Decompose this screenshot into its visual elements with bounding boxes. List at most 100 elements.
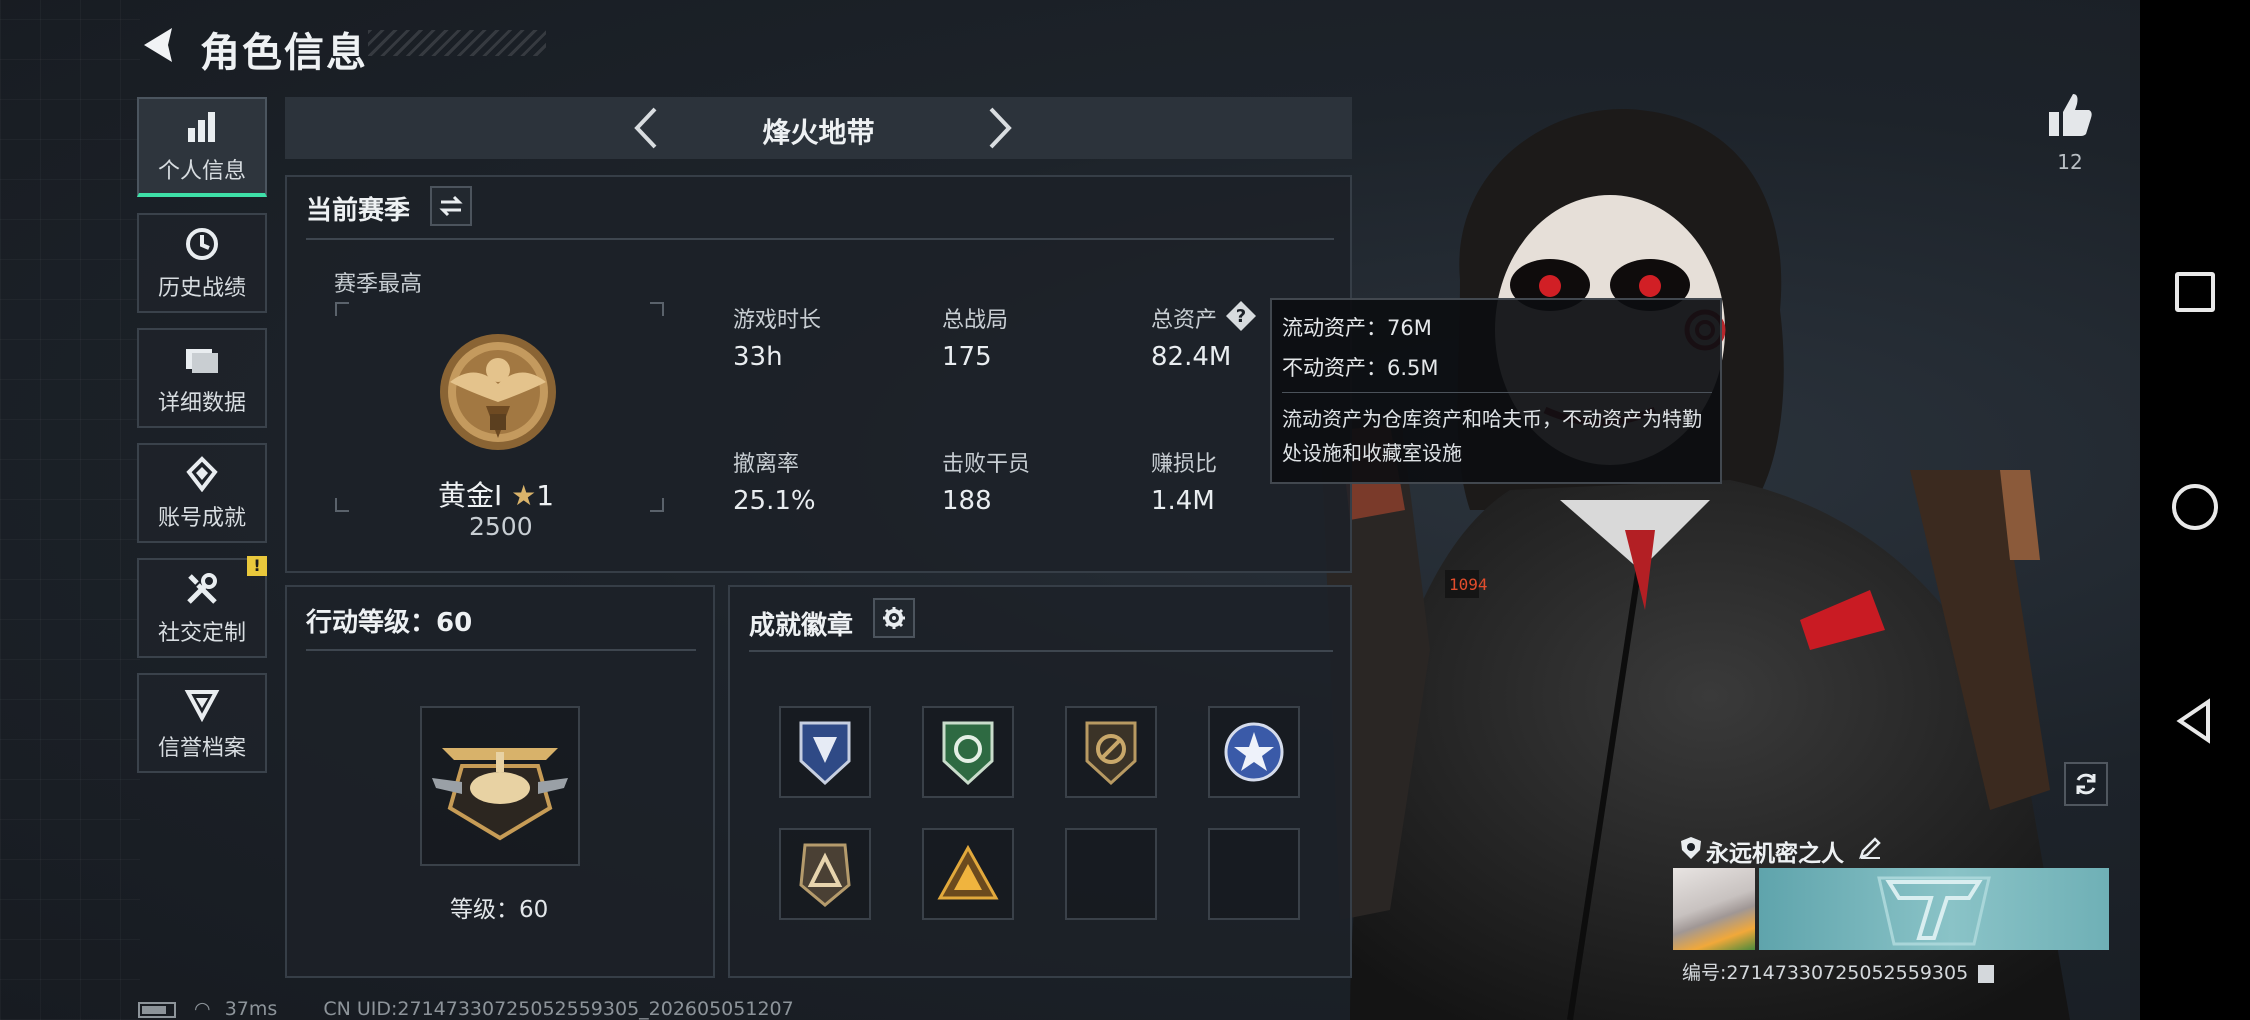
player-card[interactable] (1673, 868, 2109, 950)
refresh-button[interactable] (2064, 762, 2108, 806)
sidebar-item-details[interactable]: 详细数据 (137, 328, 267, 428)
sidebar-item-personal-info[interactable]: 个人信息 (137, 97, 267, 197)
notification-badge: ! (247, 556, 267, 576)
badge-slot[interactable] (1065, 706, 1157, 798)
back-arrow-icon[interactable] (138, 24, 180, 66)
stat-label: 游戏时长 (733, 308, 822, 333)
action-level-divider (306, 649, 696, 651)
switch-season-button[interactable] (430, 186, 472, 226)
ping: 37ms (224, 998, 278, 1020)
stat-value: 188 (942, 486, 992, 516)
like-count: 12 (2057, 150, 2083, 174)
refresh-icon (2076, 773, 2096, 795)
badge-slot[interactable] (1208, 706, 1300, 798)
season-divider (306, 238, 1334, 240)
badge-slot[interactable] (779, 706, 871, 798)
avatar[interactable] (1673, 868, 1755, 950)
help-icon[interactable]: ? (1225, 300, 1257, 332)
sidebar-item-label: 信誉档案 (157, 736, 246, 761)
action-level-frame (420, 706, 580, 866)
frame-corner (650, 498, 664, 512)
season-title: 当前赛季 (306, 196, 411, 226)
bar-chart-icon (182, 107, 222, 147)
tooltip-fixed-assets: 不动资产：6.5M (1282, 356, 1439, 380)
tooltip-liquid-assets: 流动资产：76M (1282, 316, 1432, 340)
mode-switcher: 烽火地带 (285, 97, 1352, 159)
page-title: 角色信息 (200, 30, 368, 76)
stat-value: 82.4M (1151, 342, 1232, 372)
assets-tooltip: 流动资产：76M 不动资产：6.5M 流动资产为仓库资产和哈夫币，不动资产为特勤… (1270, 298, 1722, 484)
cn-uid: CN UID:27147330725052559305_202605051207 (323, 998, 794, 1020)
badge-slot[interactable] (922, 706, 1014, 798)
svg-text:1094: 1094 (1449, 575, 1488, 594)
gold-rank-emblem-icon (440, 334, 556, 450)
bronze-shield-badge-icon (1085, 721, 1137, 786)
shield-icon (1681, 837, 1701, 859)
tools-icon (182, 569, 222, 609)
history-icon (182, 224, 222, 264)
stat-value: 1.4M (1151, 486, 1215, 516)
sidebar-item-label: 历史战绩 (157, 276, 246, 301)
namecard-banner (1759, 868, 2109, 950)
rank-points: 2500 (469, 512, 533, 541)
gear-icon (883, 607, 905, 629)
tooltip-divider (1282, 392, 1712, 393)
badge-slot[interactable] (779, 828, 871, 920)
blue-shield-badge-icon (799, 721, 851, 786)
triangle-badge-icon (799, 843, 851, 907)
stat-value: 25.1% (733, 486, 816, 516)
rank-stars: 1 (536, 479, 555, 512)
star-icon: ★ (511, 479, 537, 512)
achievement-icon (182, 454, 222, 494)
background-grid (0, 0, 140, 1020)
sidebar-item-history[interactable]: 历史战绩 (137, 213, 267, 313)
swap-icon (439, 195, 463, 217)
sidebar-item-label: 个人信息 (157, 159, 246, 184)
badge-slot[interactable] (922, 828, 1014, 920)
title-decoration (368, 30, 546, 56)
stat-label: 击败干员 (942, 452, 1031, 477)
sidebar-item-label: 社交定制 (157, 621, 246, 646)
copy-icon[interactable] (1978, 964, 1995, 983)
credit-icon (182, 684, 222, 724)
sidebar-item-credit[interactable]: 信誉档案 (137, 673, 267, 773)
edit-pencil-icon[interactable] (1858, 836, 1882, 860)
frame-corner (335, 302, 349, 316)
stat-value: 175 (942, 342, 992, 372)
next-mode-arrow-icon[interactable] (975, 105, 1021, 151)
sidebar-item-achievements[interactable]: 账号成就 (137, 443, 267, 543)
stat-label: 撤离率 (733, 452, 800, 477)
player-uid-text: 编号:271473307250525593​05 (1682, 962, 1969, 984)
badge-slot-empty[interactable] (1065, 828, 1157, 920)
namecard-logo-icon (1877, 876, 1991, 946)
helicopter-level-emblem-icon (432, 748, 568, 841)
android-back-icon[interactable] (2170, 696, 2220, 746)
recent-apps-icon[interactable] (2175, 272, 2215, 312)
thumbs-up-icon[interactable] (2045, 90, 2095, 140)
season-best-label: 赛季最高 (334, 272, 423, 297)
folder-icon (182, 339, 222, 379)
mode-title: 烽火地带 (762, 116, 875, 149)
blue-star-badge-icon (1224, 722, 1284, 782)
stat-label: 总战局 (942, 308, 1009, 333)
sidebar-item-label: 详细数据 (157, 391, 246, 416)
rank-name: 黄金Ⅰ ★1 (438, 474, 554, 514)
player-name: 永远机密之人 (1706, 841, 1844, 867)
battery-icon (138, 1001, 176, 1018)
sidebar-item-social[interactable]: 社交定制 ! (137, 556, 267, 658)
action-level-title: 行动等级：60 (306, 608, 473, 638)
rank-tier: 黄金Ⅰ (438, 479, 503, 512)
home-icon[interactable] (2172, 484, 2218, 530)
wifi-icon: ◠ (194, 998, 211, 1020)
frame-corner (335, 498, 349, 512)
badges-settings-button[interactable] (873, 598, 915, 638)
svg-text:?: ? (1236, 306, 1246, 327)
frame-corner (650, 302, 664, 316)
gold-triangle-badge-icon (937, 844, 999, 900)
green-shield-badge-icon (942, 721, 994, 786)
stat-value: 33h (733, 342, 783, 372)
badge-slot-empty[interactable] (1208, 828, 1300, 920)
stat-label: 赚损比 (1151, 452, 1218, 477)
stat-label: 总资产 (1151, 308, 1218, 333)
badges-title: 成就徽章 (749, 611, 854, 641)
